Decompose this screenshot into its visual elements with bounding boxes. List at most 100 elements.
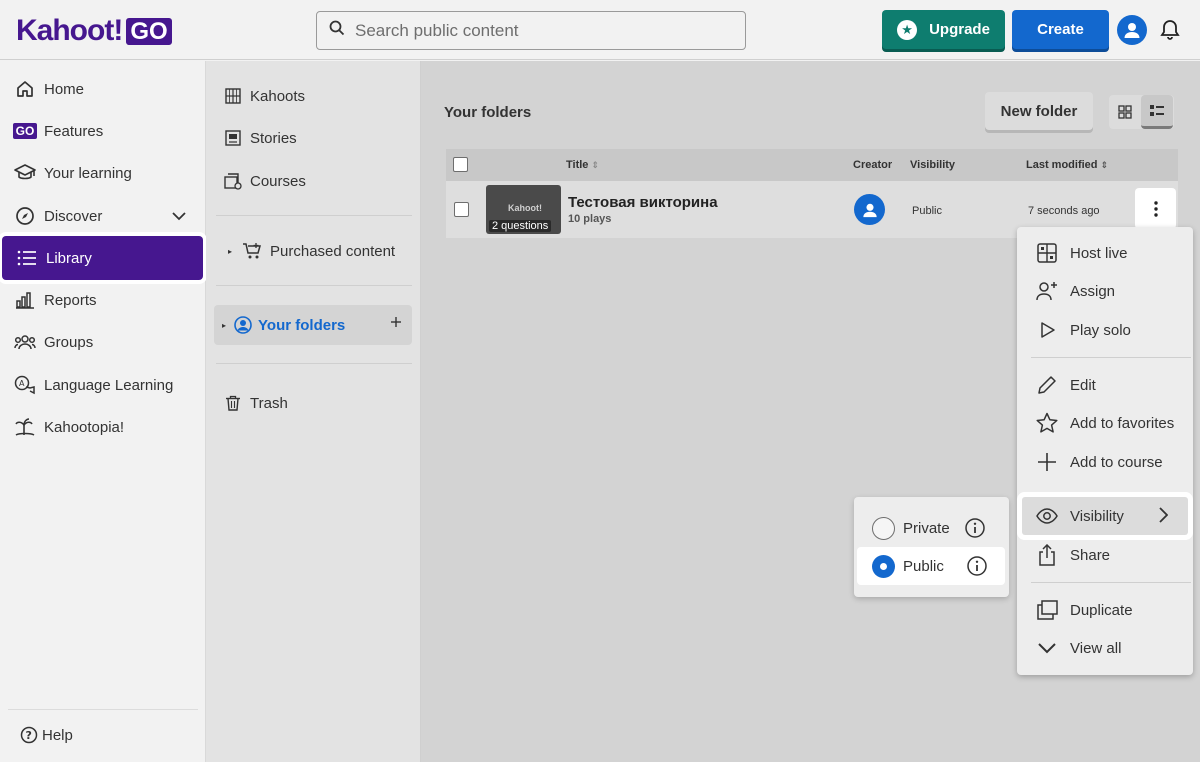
- nav-label: Home: [44, 80, 85, 98]
- menu-item-duplicate[interactable]: Duplicate: [1017, 591, 1193, 629]
- menu-label: Visibility: [1070, 507, 1124, 525]
- subnav-purchased[interactable]: ▸ Purchased content: [228, 242, 395, 260]
- help-icon: ?: [20, 726, 38, 744]
- nav-label: Library: [46, 249, 92, 267]
- visibility-value: Public: [912, 205, 942, 217]
- column-visibility: Visibility: [910, 159, 956, 171]
- subnav-label: Purchased content: [270, 242, 396, 260]
- add-folder-icon[interactable]: [390, 315, 402, 333]
- play-icon: [1036, 319, 1058, 341]
- menu-item-add-to-favorites[interactable]: Add to favorites: [1017, 404, 1193, 442]
- info-icon[interactable]: [967, 556, 987, 580]
- nav-item-language-learning[interactable]: A Language Learning: [0, 363, 206, 407]
- kahoot-go-logo[interactable]: Kahoot! GO: [16, 14, 172, 48]
- list-view-icon[interactable]: [1141, 95, 1173, 129]
- nav-item-reports[interactable]: Reports: [0, 278, 206, 322]
- nav-label: Reports: [44, 291, 97, 309]
- upgrade-button[interactable]: ★ Upgrade: [882, 10, 1005, 49]
- menu-label: Edit: [1070, 376, 1096, 394]
- nav-item-discover[interactable]: Discover: [0, 194, 206, 238]
- menu-item-add-to-course[interactable]: Add to course: [1017, 443, 1193, 481]
- search-box[interactable]: [316, 11, 746, 50]
- column-title[interactable]: Title ⇕: [566, 159, 599, 171]
- new-folder-button[interactable]: New folder: [985, 92, 1093, 130]
- radio-private[interactable]: [872, 516, 895, 540]
- left-navigation: Home GO Features Your learning Discover …: [0, 61, 206, 762]
- divider: [216, 215, 412, 216]
- subnav-your-folders[interactable]: ▸ Your folders: [214, 305, 412, 345]
- nav-label: Language Learning: [44, 376, 174, 394]
- home-icon: [14, 78, 36, 100]
- nav-label: Kahootopia!: [44, 418, 125, 436]
- info-icon[interactable]: [965, 518, 985, 542]
- subnav-trash[interactable]: Trash: [224, 394, 288, 412]
- row-checkbox[interactable]: [454, 202, 469, 217]
- menu-label: Play solo: [1070, 321, 1131, 339]
- last-modified-value: 7 seconds ago: [1028, 205, 1100, 217]
- radio-public[interactable]: [872, 554, 895, 578]
- menu-item-assign[interactable]: Assign: [1017, 272, 1193, 310]
- nav-item-library[interactable]: Library: [2, 236, 203, 280]
- star-icon: ★: [897, 19, 918, 40]
- menu-item-host-live[interactable]: Host live: [1017, 234, 1193, 272]
- menu-label: Duplicate: [1070, 601, 1133, 619]
- user-avatar[interactable]: [1117, 15, 1147, 45]
- visibility-submenu: Private Public: [854, 497, 1009, 597]
- visibility-option-public[interactable]: Public: [857, 547, 1005, 585]
- nav-item-home[interactable]: Home: [0, 67, 206, 111]
- menu-item-share[interactable]: Share: [1017, 536, 1193, 574]
- subnav-kahoots[interactable]: Kahoots: [224, 87, 305, 105]
- kahoot-options-menu: Host live Assign Play solo Edit Add to f…: [1017, 227, 1193, 675]
- kahoot-title[interactable]: Тестовая викторина: [568, 194, 718, 211]
- help-label: Help: [42, 726, 73, 744]
- svg-text:A: A: [19, 379, 25, 388]
- stories-icon: [224, 129, 242, 147]
- kahoot-thumbnail[interactable]: Kahoot! 2 questions: [486, 185, 561, 234]
- search-icon: [329, 20, 345, 41]
- more-options-button[interactable]: [1135, 188, 1176, 229]
- nav-item-your-learning[interactable]: Your learning: [0, 151, 206, 195]
- subnav-stories[interactable]: Stories: [224, 129, 297, 147]
- page-title: Your folders: [444, 104, 532, 121]
- menu-item-view-all[interactable]: View all: [1017, 629, 1193, 667]
- nav-item-features[interactable]: GO Features: [0, 109, 206, 153]
- grid-view-icon[interactable]: [1109, 95, 1141, 129]
- option-label: Private: [903, 519, 950, 537]
- compass-icon: [14, 205, 36, 227]
- star-outline-icon: [1036, 412, 1058, 434]
- chat-translate-icon: A: [14, 374, 36, 396]
- go-icon: GO: [10, 120, 40, 142]
- user-circle-icon: [234, 316, 252, 334]
- nav-label: Your learning: [44, 164, 132, 182]
- column-last-modified[interactable]: Last modified ⇕: [1026, 159, 1108, 171]
- creator-avatar: [854, 194, 885, 225]
- create-button[interactable]: Create: [1012, 10, 1109, 49]
- chevron-down-icon[interactable]: [172, 208, 186, 225]
- nav-item-groups[interactable]: Groups: [0, 320, 206, 364]
- divider: [8, 709, 198, 710]
- grid-icon: [224, 87, 242, 105]
- visibility-option-private[interactable]: Private: [854, 509, 1009, 547]
- search-input[interactable]: [355, 20, 725, 41]
- nav-label: Discover: [44, 207, 103, 225]
- menu-item-edit[interactable]: Edit: [1017, 366, 1193, 404]
- plus-icon: [1036, 451, 1058, 473]
- caret-right-icon[interactable]: ▸: [222, 321, 226, 330]
- duplicate-icon: [1036, 599, 1058, 621]
- plays-count: 10 plays: [568, 213, 612, 225]
- option-label: Public: [903, 557, 944, 575]
- user-icon: [862, 203, 877, 217]
- upgrade-label: Upgrade: [929, 21, 990, 38]
- notifications-bell-icon[interactable]: [1158, 18, 1182, 42]
- subnav-courses[interactable]: Courses: [224, 172, 306, 190]
- menu-item-visibility[interactable]: Visibility: [1022, 497, 1188, 535]
- people-icon: [14, 331, 36, 353]
- menu-item-play-solo[interactable]: Play solo: [1017, 311, 1193, 349]
- user-icon: [1124, 23, 1140, 38]
- nav-item-kahootopia[interactable]: Kahootopia!: [0, 405, 206, 449]
- svg-text:?: ?: [26, 729, 32, 742]
- assign-user-icon: [1036, 280, 1058, 302]
- select-all-checkbox[interactable]: [453, 157, 468, 172]
- help-link[interactable]: ? Help: [20, 726, 73, 744]
- courses-icon: [224, 172, 242, 190]
